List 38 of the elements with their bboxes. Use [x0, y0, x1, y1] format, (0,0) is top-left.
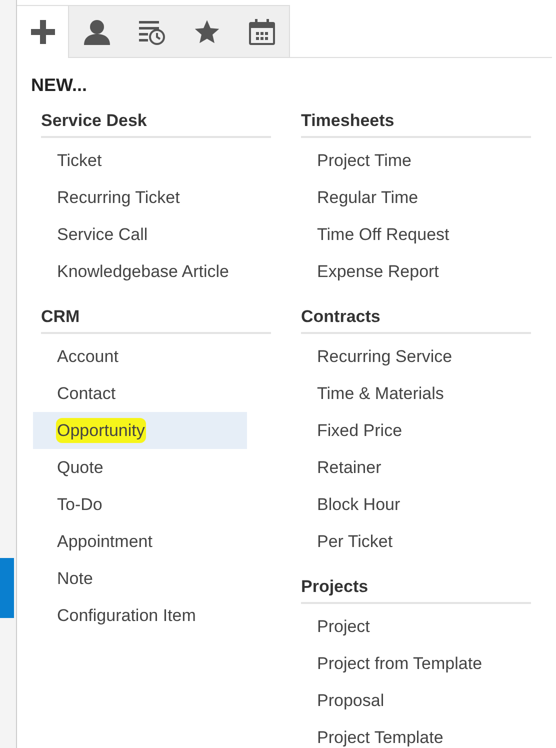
- menu-item[interactable]: Ticket: [33, 142, 247, 179]
- menu-item[interactable]: Time & Materials: [293, 375, 507, 412]
- menu-item[interactable]: Quote: [33, 449, 247, 486]
- menu-item[interactable]: Recurring Service: [293, 338, 507, 375]
- menu-item[interactable]: Project Time: [293, 142, 507, 179]
- menu-item[interactable]: Account: [33, 338, 247, 375]
- menu-item[interactable]: Configuration Item: [33, 597, 247, 634]
- calendar-icon: [248, 18, 276, 46]
- person-icon: [82, 18, 110, 44]
- menu-item[interactable]: Recurring Ticket: [33, 179, 247, 216]
- menu-item[interactable]: Proposal: [293, 682, 507, 719]
- section-title: Contracts: [301, 302, 531, 334]
- menu-item[interactable]: Expense Report: [293, 253, 507, 290]
- menu-heading: NEW...: [31, 74, 88, 96]
- menu-item[interactable]: Contact: [33, 375, 247, 412]
- menu-item[interactable]: Time Off Request: [293, 216, 507, 253]
- menu-item[interactable]: Opportunity: [33, 412, 247, 449]
- menu-tab[interactable]: [17, 6, 69, 58]
- list-clock-icon: [138, 18, 166, 44]
- star-icon: [194, 18, 220, 44]
- section-title: Projects: [301, 572, 531, 604]
- menu-item[interactable]: Note: [33, 560, 247, 597]
- menu-item[interactable]: Project Template: [293, 719, 507, 748]
- menu-item[interactable]: Appointment: [33, 523, 247, 560]
- menu-item[interactable]: Service Call: [33, 216, 247, 253]
- menu-item[interactable]: Per Ticket: [293, 523, 507, 560]
- menu-item[interactable]: Regular Time: [293, 179, 507, 216]
- menu-item[interactable]: Knowledgebase Article: [33, 253, 247, 290]
- menu-item[interactable]: Project from Template: [293, 645, 507, 682]
- section-title: Service Desk: [41, 106, 271, 138]
- section-title: Timesheets: [301, 106, 531, 138]
- menu-item[interactable]: Block Hour: [293, 486, 507, 523]
- menu-item[interactable]: To-Do: [33, 486, 247, 523]
- menu-item[interactable]: Project: [293, 608, 507, 645]
- menu-item[interactable]: Fixed Price: [293, 412, 507, 449]
- section-title: CRM: [41, 302, 271, 334]
- menu-item[interactable]: Retainer: [293, 449, 507, 486]
- plus-icon: [30, 19, 56, 45]
